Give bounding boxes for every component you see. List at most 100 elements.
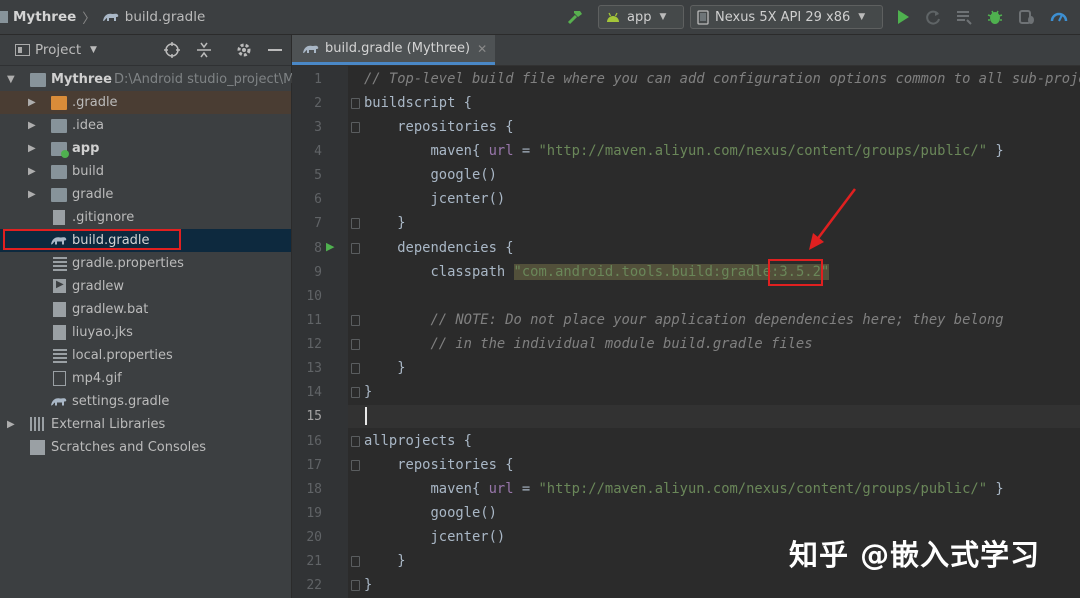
- tree-item-gradle[interactable]: ▶ gradle: [0, 183, 291, 206]
- gitignore-file-icon: [53, 210, 65, 225]
- expanded-arrow-icon[interactable]: ▼: [7, 74, 15, 85]
- breadcrumb-project[interactable]: Mythree: [13, 9, 76, 25]
- code-line-12[interactable]: // in the individual module build.gradle…: [364, 336, 812, 352]
- collapsed-arrow-icon[interactable]: ▶: [28, 166, 36, 177]
- device-label: Nexus 5X API 29 x86: [715, 9, 851, 25]
- code-line-5[interactable]: google(): [364, 167, 496, 183]
- collapse-all-icon[interactable]: [195, 41, 213, 59]
- attach-debugger-icon[interactable]: [1018, 8, 1036, 26]
- code-line-20[interactable]: jcenter(): [364, 529, 505, 545]
- tree-item-scratches[interactable]: Scratches and Consoles: [0, 436, 291, 459]
- collapsed-arrow-icon[interactable]: ▶: [28, 97, 36, 108]
- code-line-2[interactable]: buildscript {: [364, 95, 472, 111]
- line-number: 15: [306, 409, 322, 424]
- tree-item-external-libraries[interactable]: ▶ External Libraries: [0, 413, 291, 436]
- tree-item-label: .gradle: [72, 95, 118, 110]
- code-line-21[interactable]: }: [364, 553, 405, 569]
- code-line-18[interactable]: maven{ url = "http://maven.aliyun.com/ne…: [364, 481, 1003, 497]
- code-line-4[interactable]: maven{ url = "http://maven.aliyun.com/ne…: [364, 143, 1003, 159]
- properties-file-icon: [53, 256, 67, 271]
- code-line-22[interactable]: }: [364, 577, 372, 593]
- annotation-arrow-icon: [809, 188, 856, 250]
- gradle-icon: [102, 13, 119, 21]
- tree-root-label: Mythree: [51, 72, 112, 87]
- debug-icon[interactable]: [986, 8, 1004, 26]
- fold-marker-icon[interactable]: [351, 315, 360, 326]
- tree-item-gradle-properties[interactable]: gradle.properties: [0, 252, 291, 275]
- locate-icon[interactable]: [163, 41, 181, 59]
- code-line-19[interactable]: google(): [364, 505, 496, 521]
- image-file-icon: [53, 371, 66, 386]
- tree-item-mp4-gif[interactable]: mp4.gif: [0, 367, 291, 390]
- project-panel: Project ▼ ▼ Mythree D:\Android studio_pr…: [0, 35, 294, 598]
- run-config-select[interactable]: app ▼: [598, 5, 684, 29]
- fold-marker-icon[interactable]: [351, 387, 360, 398]
- fold-marker-icon[interactable]: [351, 556, 360, 567]
- tree-item-label: app: [72, 141, 100, 156]
- fold-marker-icon[interactable]: [351, 460, 360, 471]
- phone-icon: [697, 9, 709, 25]
- tree-item-local-properties[interactable]: local.properties: [0, 344, 291, 367]
- collapsed-arrow-icon[interactable]: ▶: [28, 120, 36, 131]
- collapsed-arrow-icon[interactable]: ▶: [28, 189, 36, 200]
- tree-item-gradle-dir[interactable]: ▶ .gradle: [0, 91, 291, 114]
- device-select[interactable]: Nexus 5X API 29 x86 ▼: [690, 5, 883, 29]
- collapsed-arrow-icon[interactable]: ▶: [7, 419, 15, 430]
- tab-build-gradle[interactable]: build.gradle (Mythree) ✕: [292, 35, 495, 65]
- code-line-11[interactable]: // NOTE: Do not place your application d…: [364, 312, 1003, 328]
- current-line-highlight: [348, 405, 1080, 428]
- run-gutter-icon[interactable]: ▶: [326, 240, 334, 253]
- tree-item-liuyao-jks[interactable]: liuyao.jks: [0, 321, 291, 344]
- tree-root-mythree[interactable]: ▼ Mythree D:\Android studio_project\M: [0, 68, 294, 91]
- line-number: 1: [314, 72, 322, 87]
- fold-marker-icon[interactable]: [351, 363, 360, 374]
- fold-marker-icon[interactable]: [351, 436, 360, 447]
- code-line-14[interactable]: }: [364, 384, 372, 400]
- profile-icon[interactable]: [1050, 8, 1068, 26]
- code-line-9[interactable]: classpath "com.android.tools.build:gradl…: [364, 264, 830, 280]
- gear-icon[interactable]: [235, 41, 253, 59]
- apply-code-changes-icon[interactable]: [955, 8, 973, 26]
- fold-marker-icon[interactable]: [351, 218, 360, 229]
- fold-marker-icon[interactable]: [351, 122, 360, 133]
- close-icon[interactable]: ✕: [477, 42, 487, 56]
- code-line-1[interactable]: // Top-level build file where you can ad…: [364, 71, 1080, 87]
- code-line-17[interactable]: repositories {: [364, 457, 513, 473]
- apply-changes-icon[interactable]: [924, 8, 942, 26]
- code-line-13[interactable]: }: [364, 360, 405, 376]
- code-line-3[interactable]: repositories {: [364, 119, 513, 135]
- bat-file-icon: [53, 302, 66, 317]
- collapsed-arrow-icon[interactable]: ▶: [28, 143, 36, 154]
- tree-item-idea[interactable]: ▶ .idea: [0, 114, 291, 137]
- breadcrumb-file[interactable]: build.gradle: [125, 9, 206, 25]
- code-token: =: [513, 481, 539, 497]
- fold-marker-icon[interactable]: [351, 243, 360, 254]
- minimize-icon[interactable]: [266, 41, 284, 59]
- code-line-16[interactable]: allprojects {: [364, 433, 472, 449]
- tree-item-build[interactable]: ▶ build: [0, 160, 291, 183]
- line-number: 21: [306, 554, 322, 569]
- tree-item-gitignore[interactable]: .gitignore: [0, 206, 291, 229]
- tree-item-app[interactable]: ▶ app: [0, 137, 291, 160]
- hammer-icon[interactable]: [566, 8, 584, 26]
- code-line-8[interactable]: dependencies {: [364, 240, 513, 256]
- chevron-down-icon[interactable]: ▼: [90, 45, 97, 55]
- fold-marker-icon[interactable]: [351, 98, 360, 109]
- run-config-label: app: [627, 9, 652, 25]
- fold-marker-icon[interactable]: [351, 580, 360, 591]
- line-number: 3: [314, 120, 322, 135]
- project-view-selector[interactable]: Project: [35, 42, 81, 58]
- code-line-6[interactable]: jcenter(): [364, 191, 505, 207]
- fold-marker-icon[interactable]: [351, 339, 360, 350]
- line-number: 4: [314, 144, 322, 159]
- code-line-7[interactable]: }: [364, 215, 405, 231]
- shell-file-icon: ▶: [53, 279, 66, 293]
- annotation-highlight-box: [3, 229, 181, 250]
- tree-item-gradlew[interactable]: ▶ gradlew: [0, 275, 291, 298]
- tree-item-gradlew-bat[interactable]: gradlew.bat: [0, 298, 291, 321]
- gradle-icon: [303, 45, 319, 53]
- run-icon[interactable]: [894, 8, 912, 26]
- tree-item-label: local.properties: [72, 348, 173, 363]
- tree-item-settings-gradle[interactable]: settings.gradle: [0, 390, 291, 413]
- folder-icon: [51, 119, 67, 133]
